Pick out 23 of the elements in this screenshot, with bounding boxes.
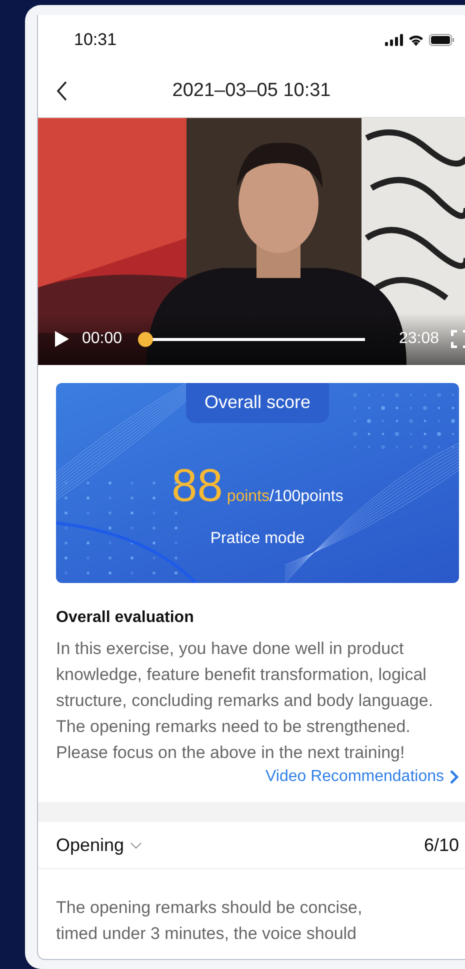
score-value: 88	[172, 458, 223, 512]
section-heading: Overall evaluation	[56, 609, 195, 627]
score-total: /100points	[270, 488, 344, 506]
category-dropdown[interactable]: Opening	[56, 834, 142, 856]
current-time: 00:00	[82, 330, 122, 348]
page-title: 2021–03–05 10:31	[171, 80, 332, 102]
fullscreen-icon[interactable]	[451, 330, 465, 348]
feedback-text: The opening remarks should be concise,	[56, 897, 364, 919]
feedback-text: timed under 3 minutes, the voice should	[56, 923, 358, 945]
play-icon[interactable]	[54, 330, 70, 348]
recommendations-link[interactable]: Video Recommendations	[56, 768, 459, 786]
back-icon[interactable]	[56, 80, 68, 102]
wifi-icon	[408, 34, 424, 46]
evaluation-text: In this exercise, you have done well in product knowledge, feature benefit transformation, logical structure, concluding remarks and body language. The opening remarks need to be strengthened. Please focus on the above in the next training!	[56, 638, 434, 764]
signal-icon	[385, 34, 403, 46]
status-time: 10:31	[74, 30, 117, 50]
battery-icon	[429, 34, 455, 46]
chevron-right-icon	[449, 769, 459, 785]
mode-label: Pratice mode	[210, 530, 305, 548]
category-score: 6/10	[424, 834, 459, 856]
score-unit: points	[226, 488, 270, 506]
score-label: Overall score	[186, 383, 329, 423]
chevron-down-icon	[130, 842, 142, 848]
